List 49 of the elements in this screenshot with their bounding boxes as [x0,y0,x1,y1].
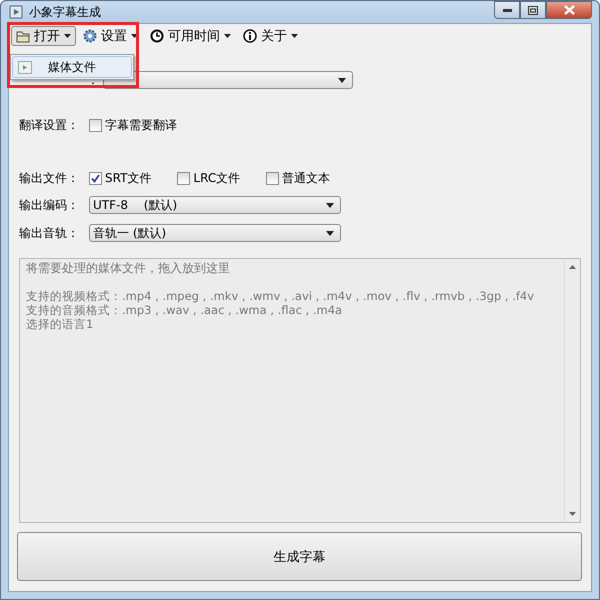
encoding-dropdown[interactable]: UTF-8 (默认) [89,196,341,214]
caret-icon [131,34,138,38]
minimize-button[interactable] [494,1,520,19]
audio-track-dropdown[interactable]: 音轨一 (默认) [89,224,341,242]
folder-icon [16,29,30,43]
caret-icon [224,34,231,38]
log-line: 支持的视频格式：.mp4 , .mpeg , .mkv , .wmv , .avi , .m4v , .mov , .flv , .rmvb , .3gp , .f4v [26,289,536,303]
menu-item[interactable]: 媒体文件 [12,56,132,78]
log-line: 将需要处理的媒体文件，拖入放到这里 [26,261,231,275]
field-label: 输出编码： [19,196,80,214]
caret-icon [64,34,71,38]
checkbox[interactable] [89,172,102,184]
checkmark-icon [91,174,100,182]
gear-icon [83,29,97,43]
dropdown-arrow-icon [326,230,334,236]
scroll-up-icon [569,265,576,269]
close-icon [564,5,574,15]
caret-icon [291,34,298,38]
app-icon [9,5,23,19]
clock-icon [150,29,164,43]
checkbox[interactable] [266,172,280,184]
scroll-down-icon [569,512,576,516]
toolbar-menu-button[interactable]: 关于 [238,26,303,46]
toolbar-menu-button[interactable]: 设置 [78,26,143,46]
minimize-icon [502,8,512,12]
checkbox[interactable] [177,172,190,184]
log-line: 支持的音频格式：.mp3 , .wav , .aac , .wma , .flac , .m4a [26,303,344,317]
field-label: 输出文件： [19,170,80,186]
language-dropdown[interactable] [103,71,353,89]
log-line: 选择的语言1 [26,317,94,331]
checkbox-option[interactable]: LRC文件 [177,170,240,186]
close-button[interactable] [546,1,592,19]
checkbox[interactable] [89,118,102,132]
toolbar-menu-button[interactable]: 可用时间 [145,26,236,46]
field-label: 翻译设置： [19,116,80,134]
maximize-icon [528,6,538,14]
toolbar-menu-button[interactable]: 打开 [11,26,76,46]
generate-button[interactable]: 生成字幕 [17,532,582,581]
checkbox-option[interactable]: 普通文本 [266,170,330,186]
drop-area[interactable]: 将需要处理的媒体文件，拖入放到这里 支持的视频格式：.mp4 , .mpeg , .mkv , .wmv , .avi , .m4v , .mov , .flv , .rmvb , .3gp , .f4v 支持的音频格式：.mp3 , .wav , .aac , .wma , .flac , .m4a 选择的语言1 [19,258,581,523]
dropdown-arrow-icon [338,78,346,82]
checkbox-option[interactable]: SRT文件 [89,170,152,186]
maximize-button[interactable] [520,1,546,19]
info-icon [243,29,257,43]
field-label: 输出音轨： [19,224,80,242]
window-title: 小象字幕生成 [29,4,101,20]
dropdown-arrow-icon [326,202,334,208]
checkbox-option[interactable]: 字幕需要翻译 [89,116,177,134]
media-file-icon [18,60,32,74]
